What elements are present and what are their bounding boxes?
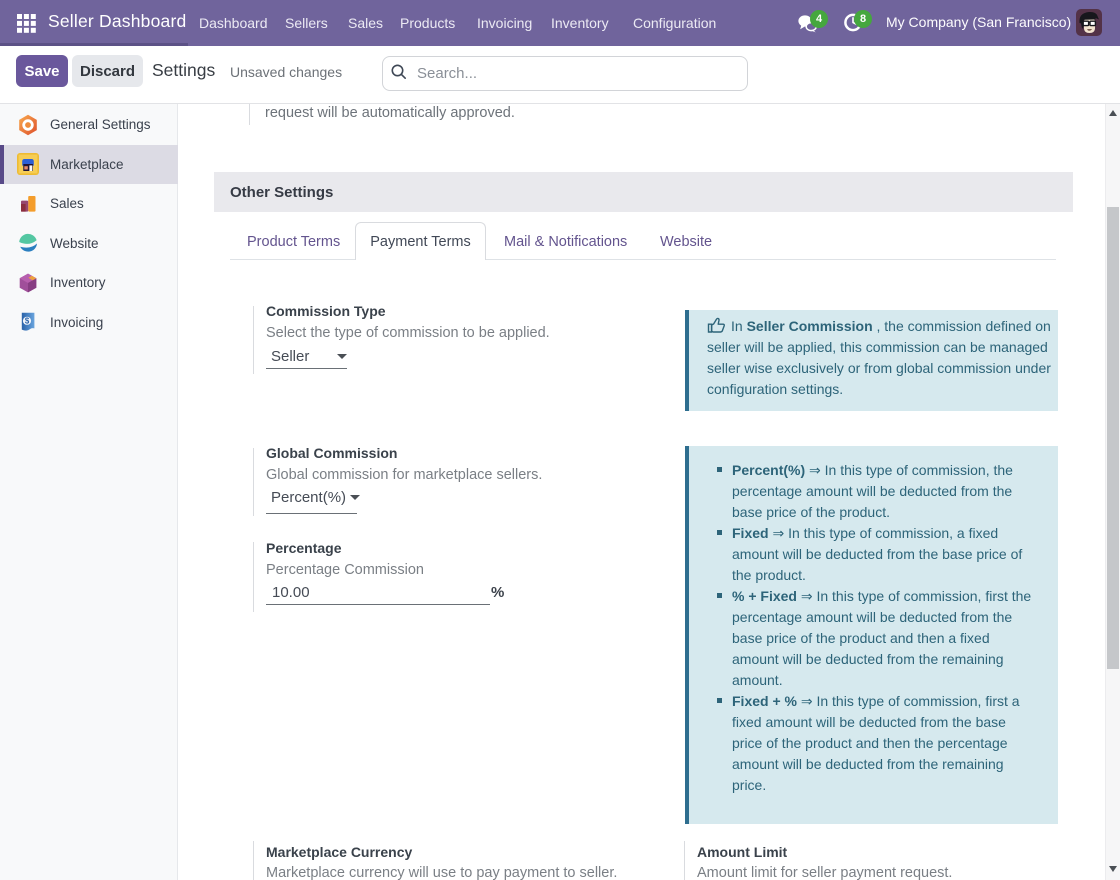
svg-text:$: $ bbox=[25, 317, 30, 326]
